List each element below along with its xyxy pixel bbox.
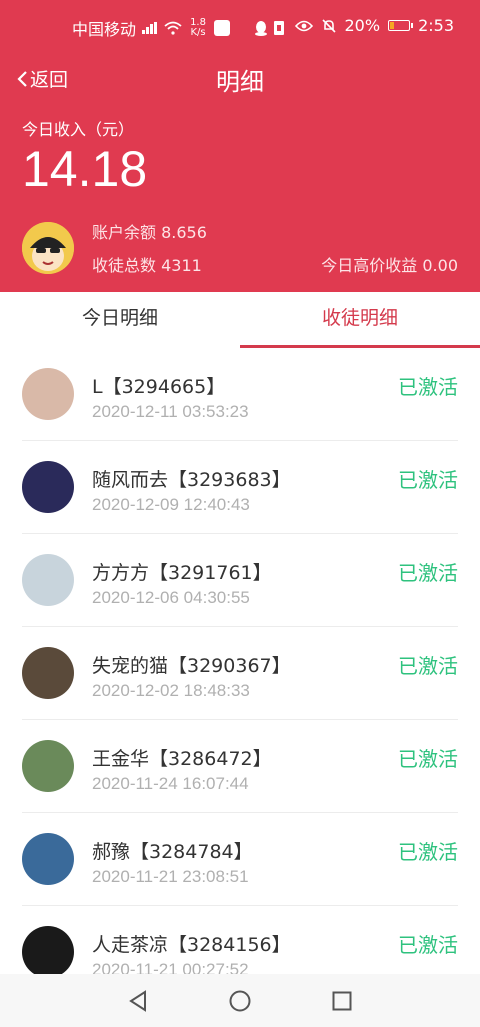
system-nav-bar (0, 974, 480, 1027)
clock: 2:53 (418, 16, 454, 35)
recruit-name: 郝豫【3284784】 (92, 841, 253, 863)
recents-nav-button[interactable] (322, 974, 362, 1027)
recruit-avatar (22, 740, 74, 792)
list-item[interactable]: 方方方【3291761】 2020-12-06 04:30:55 已激活 (0, 534, 480, 627)
home-nav-button[interactable] (220, 974, 260, 1027)
carrier-label: 中国移动 (72, 20, 137, 39)
user-avatar (22, 222, 74, 274)
recruit-time: 2020-12-11 03:53:23 (92, 402, 249, 421)
recruit-time: 2020-12-02 18:48:33 (92, 681, 250, 700)
triangle-back-icon (129, 989, 146, 1012)
tab-recruit-details[interactable]: 收徒明细 (240, 292, 480, 348)
recruit-time: 2020-12-06 04:30:55 (92, 588, 250, 607)
signal-icon (142, 22, 158, 34)
recruit-name: 人走茶凉【3284156】 (92, 934, 291, 956)
summary-header: 中国移动 1.8 K/s 20% 2:53 返回 明细 今日收入（元） 14.18… (0, 0, 480, 292)
square-recents-icon (332, 991, 352, 1010)
status-badge: 已激活 (398, 933, 458, 957)
list-item[interactable]: 王金华【3286472】 2020-11-24 16:07:44 已激活 (0, 720, 480, 813)
status-badge: 已激活 (398, 840, 458, 864)
status-badge: 已激活 (398, 375, 458, 399)
recruit-avatar (22, 461, 74, 513)
nav-bar: 返回 明细 (0, 52, 480, 104)
status-badge: 已激活 (398, 468, 458, 492)
high-price-income: 今日高价收益 0.00 (321, 256, 458, 275)
recruit-name: 王金华【3286472】 (92, 748, 272, 770)
wifi-icon (164, 21, 182, 35)
detail-tabs: 今日明细 收徒明细 (0, 292, 480, 348)
mute-bell-icon (321, 18, 336, 33)
income-label: 今日收入（元） (22, 120, 135, 139)
status-badge: 已激活 (398, 654, 458, 678)
recruit-time: 2020-12-09 12:40:43 (92, 495, 250, 514)
back-nav-button[interactable] (118, 974, 158, 1027)
list-item[interactable]: 人走茶凉【3284156】 2020-11-21 00:27:52 已激活 (0, 906, 480, 974)
battery-percent: 20% (344, 16, 381, 35)
net-speed: 1.8 K/s (190, 17, 206, 38)
circle-home-icon (229, 990, 251, 1011)
list-item[interactable]: 失宠的猫【3290367】 2020-12-02 18:48:33 已激活 (0, 627, 480, 720)
recruit-avatar (22, 554, 74, 606)
account-balance: 账户余额 8.656 (92, 223, 207, 242)
status-badge: 已激活 (398, 561, 458, 585)
recruit-name: 随风而去【3293683】 (92, 469, 291, 491)
recruit-avatar (22, 926, 74, 974)
battery-icon (388, 20, 414, 31)
income-value: 14.18 (22, 141, 148, 197)
page-title: 明细 (216, 68, 264, 96)
app-notification-icon (214, 20, 231, 36)
list-item[interactable]: 随风而去【3293683】 2020-12-09 12:40:43 已激活 (0, 441, 480, 534)
recruit-time: 2020-11-24 16:07:44 (92, 774, 249, 793)
recruit-avatar (22, 833, 74, 885)
recruit-name: 失宠的猫【3290367】 (92, 655, 291, 677)
recruit-name: 方方方【3291761】 (92, 562, 272, 584)
recruit-avatar (22, 368, 74, 420)
qq-icon (255, 21, 268, 36)
recruit-time: 2020-11-21 23:08:51 (92, 867, 249, 886)
sim-card-icon (274, 21, 285, 35)
status-badge: 已激活 (398, 747, 458, 771)
tab-today-details[interactable]: 今日明细 (0, 292, 240, 348)
recruit-total: 收徒总数 4311 (92, 256, 202, 275)
status-bar: 中国移动 1.8 K/s 20% 2:53 (0, 0, 480, 52)
list-item[interactable]: 郝豫【3284784】 2020-11-21 23:08:51 已激活 (0, 813, 480, 906)
recruit-avatar (22, 647, 74, 699)
recruit-name: L【3294665】 (92, 376, 226, 398)
recruit-list: L【3294665】 2020-12-11 03:53:23 已激活 随风而去【329… (0, 348, 480, 974)
eye-icon (294, 20, 313, 31)
recruit-time: 2020-11-21 00:27:52 (92, 960, 249, 974)
list-item[interactable]: L【3294665】 2020-12-11 03:53:23 已激活 (0, 348, 480, 441)
